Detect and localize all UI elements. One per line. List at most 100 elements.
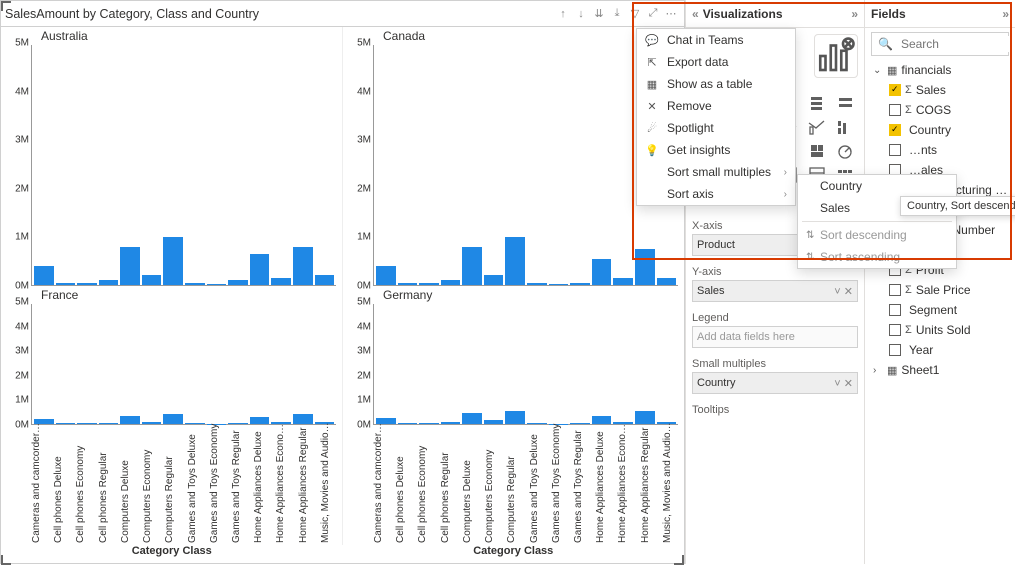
- expand-icon[interactable]: »: [851, 7, 858, 21]
- viz-type-icon[interactable]: [804, 92, 830, 114]
- bar[interactable]: [527, 283, 547, 285]
- bar[interactable]: [56, 423, 76, 424]
- menu-item[interactable]: Sort axis›: [637, 183, 795, 205]
- bar[interactable]: [441, 280, 461, 285]
- checkbox[interactable]: [889, 284, 901, 296]
- expand-icon[interactable]: »: [1002, 7, 1009, 21]
- checkbox[interactable]: [889, 84, 901, 96]
- field-item[interactable]: ΣUnits Sold: [869, 320, 1011, 340]
- bar[interactable]: [527, 423, 547, 424]
- filter-icon[interactable]: ▽: [626, 7, 644, 20]
- bar[interactable]: [505, 411, 525, 424]
- bar[interactable]: [635, 249, 655, 285]
- chevron-down-icon[interactable]: ˅ ✕: [834, 377, 853, 390]
- more-options-icon[interactable]: ⋯: [662, 7, 680, 20]
- bar[interactable]: [142, 422, 162, 424]
- chevron-down-icon[interactable]: ˅ ✕: [834, 285, 853, 298]
- field-item[interactable]: …nts: [869, 140, 1011, 160]
- bar[interactable]: [484, 275, 504, 285]
- bar[interactable]: [163, 237, 183, 285]
- bar[interactable]: [185, 423, 205, 424]
- drill-down-icon[interactable]: ↓: [572, 8, 590, 20]
- small-multiple-cell[interactable]: France5M4M3M2M1M0MSalesAmountCameras and…: [1, 286, 343, 545]
- viz-type-icon[interactable]: [804, 116, 830, 138]
- build-visual-icon[interactable]: [814, 34, 858, 78]
- well-y-axis[interactable]: Sales ˅ ✕: [692, 280, 858, 302]
- checkbox[interactable]: [889, 104, 901, 116]
- bar[interactable]: [250, 417, 270, 424]
- bar[interactable]: [271, 278, 291, 285]
- bar[interactable]: [120, 247, 140, 285]
- collapse-icon[interactable]: «: [692, 7, 699, 21]
- well-small-multiples[interactable]: Country ˅ ✕: [692, 372, 858, 394]
- focus-icon[interactable]: ⤢: [644, 7, 662, 20]
- bar[interactable]: [570, 423, 590, 424]
- menu-item[interactable]: ✕Remove: [637, 95, 795, 117]
- field-item[interactable]: Segment: [869, 300, 1011, 320]
- bar[interactable]: [293, 414, 313, 424]
- bar[interactable]: [570, 283, 590, 285]
- submenu-item[interactable]: ⇅Sort ascending: [798, 246, 956, 268]
- bar[interactable]: [441, 422, 461, 424]
- table-header[interactable]: ⌄▦financials: [869, 60, 1011, 80]
- bar[interactable]: [228, 423, 248, 424]
- bar[interactable]: [505, 237, 525, 285]
- bar[interactable]: [77, 423, 97, 424]
- bar[interactable]: [56, 283, 76, 285]
- field-item[interactable]: ΣCOGS: [869, 100, 1011, 120]
- menu-item[interactable]: ⇱Export data: [637, 51, 795, 73]
- bar[interactable]: [592, 259, 612, 285]
- submenu-item[interactable]: ⇅Sort descending: [798, 224, 956, 246]
- bar[interactable]: [207, 284, 227, 285]
- checkbox[interactable]: [889, 304, 901, 316]
- bar[interactable]: [185, 283, 205, 285]
- expand-all-icon[interactable]: ⇊: [590, 7, 608, 20]
- small-multiple-cell[interactable]: Canada5M4M3M2M1M0M: [343, 27, 684, 286]
- bar[interactable]: [77, 283, 97, 285]
- next-level-icon[interactable]: ⤓: [608, 7, 626, 20]
- bar[interactable]: [635, 411, 655, 424]
- table-header[interactable]: ›▦Sheet1: [869, 360, 1011, 380]
- drill-up-icon[interactable]: ↑: [554, 8, 572, 20]
- bar[interactable]: [34, 266, 54, 285]
- bar[interactable]: [228, 280, 248, 285]
- small-multiple-cell[interactable]: Germany5M4M3M2M1M0MCameras and camcorder…: [343, 286, 684, 545]
- bar[interactable]: [419, 283, 439, 285]
- viz-type-icon[interactable]: [832, 140, 858, 162]
- bar[interactable]: [613, 278, 633, 285]
- checkbox[interactable]: [889, 124, 901, 136]
- bar[interactable]: [398, 283, 418, 285]
- menu-item[interactable]: 💡Get insights: [637, 139, 795, 161]
- menu-item[interactable]: ☄Spotlight: [637, 117, 795, 139]
- bar[interactable]: [163, 414, 183, 424]
- bar[interactable]: [120, 416, 140, 424]
- bar[interactable]: [462, 247, 482, 285]
- viz-type-icon[interactable]: [832, 92, 858, 114]
- bar[interactable]: [484, 420, 504, 424]
- submenu-item[interactable]: Country: [798, 175, 956, 197]
- checkbox[interactable]: [889, 344, 901, 356]
- bar[interactable]: [419, 423, 439, 424]
- viz-type-icon[interactable]: [832, 116, 858, 138]
- field-item[interactable]: ΣSale Price: [869, 280, 1011, 300]
- field-item[interactable]: ΣSales: [869, 80, 1011, 100]
- menu-item[interactable]: Sort small multiples›: [637, 161, 795, 183]
- bar[interactable]: [592, 416, 612, 424]
- bar[interactable]: [99, 423, 119, 424]
- well-legend[interactable]: Add data fields here: [692, 326, 858, 348]
- bar[interactable]: [99, 280, 119, 285]
- bar[interactable]: [250, 254, 270, 285]
- menu-item[interactable]: ▦Show as a table: [637, 73, 795, 95]
- resize-handle[interactable]: [1, 1, 11, 11]
- field-item[interactable]: Year: [869, 340, 1011, 360]
- small-multiple-cell[interactable]: Australia5M4M3M2M1M0MSalesAmount: [1, 27, 343, 286]
- field-item[interactable]: Country: [869, 120, 1011, 140]
- bar[interactable]: [462, 413, 482, 424]
- bar[interactable]: [315, 275, 335, 285]
- bar[interactable]: [376, 266, 396, 285]
- bar[interactable]: [398, 423, 418, 424]
- viz-type-icon[interactable]: [804, 140, 830, 162]
- search-input[interactable]: [899, 36, 1015, 52]
- menu-item[interactable]: 💬Chat in Teams: [637, 29, 795, 51]
- bar[interactable]: [549, 284, 569, 285]
